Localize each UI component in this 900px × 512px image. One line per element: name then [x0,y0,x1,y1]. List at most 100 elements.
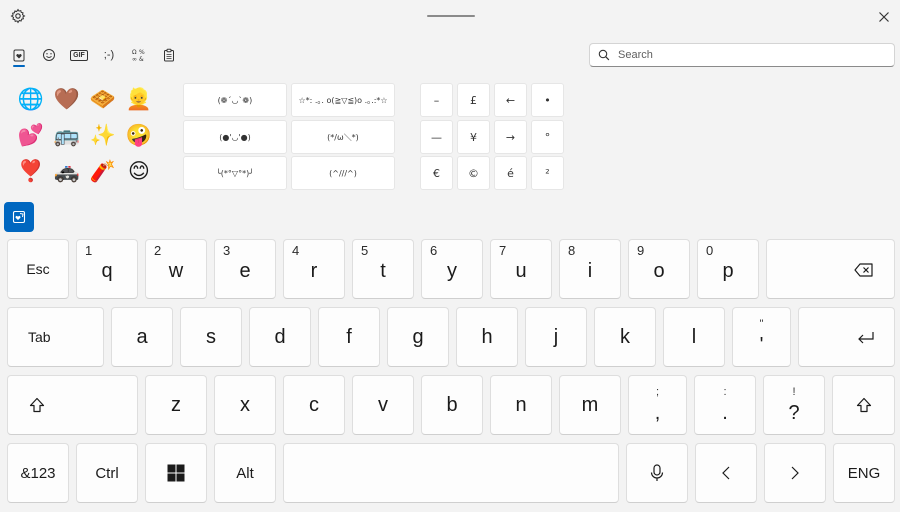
kaomoji-item[interactable]: (❁´◡`❁) [183,83,287,117]
key-question[interactable]: !? [763,375,825,435]
emoji-item[interactable]: ❣️ [17,157,45,185]
emoji-item[interactable]: 🌐 [17,85,45,113]
windows-key[interactable] [145,443,207,503]
search-icon [598,49,610,61]
key-l[interactable]: l [663,307,725,367]
emoji-item[interactable]: 😊 [125,157,153,185]
key-r[interactable]: 4r [283,239,345,299]
symbol-item[interactable]: – [420,83,453,117]
backspace-icon [854,263,873,277]
tab-favorites[interactable] [7,44,31,66]
shift-key-left[interactable] [7,375,138,435]
backspace-key[interactable] [766,239,895,299]
close-icon[interactable] [876,9,892,25]
symbol-item[interactable]: • [531,83,564,117]
symbol-item[interactable]: → [494,120,527,154]
key-z[interactable]: z [145,375,207,435]
kaomoji-item[interactable]: (*/ω＼*) [291,120,395,154]
key-apostrophe[interactable]: " ' [732,307,791,367]
gear-icon[interactable] [10,8,26,24]
key-n[interactable]: n [490,375,552,435]
key-period[interactable]: :. [694,375,756,435]
kaomoji-item[interactable]: ╰(*°▽°*)╯ [183,156,287,190]
shift-icon [856,397,872,413]
shift-icon [29,397,45,413]
symbols-icon: Ω %∞ & [132,49,145,62]
emoji-item[interactable]: 🧨 [89,157,117,185]
symbols-key[interactable]: &123 [7,443,69,503]
symbol-item[interactable]: ² [531,156,564,190]
key-g[interactable]: g [387,307,449,367]
key-o[interactable]: 9o [628,239,690,299]
key-j[interactable]: j [525,307,587,367]
svg-text:Ω: Ω [132,49,137,56]
heart-clipboard-icon [13,49,25,62]
key-f[interactable]: f [318,307,380,367]
microphone-icon [650,464,664,481]
voice-typing-key[interactable] [626,443,688,503]
key-i[interactable]: 8i [559,239,621,299]
tab-clipboard[interactable] [157,44,181,66]
right-arrow-key[interactable] [764,443,826,503]
key-h[interactable]: h [456,307,518,367]
emoji-panel-toggle-button[interactable] [4,202,34,232]
heart-clipboard-icon [12,210,26,224]
key-q[interactable]: 1q [76,239,138,299]
symbol-item[interactable]: ¥ [457,120,490,154]
emoji-item[interactable]: ✨ [89,121,117,149]
tab-emoji[interactable] [37,44,61,66]
emoji-item[interactable]: 🧇 [89,85,117,113]
key-y[interactable]: 6y [421,239,483,299]
emoji-item[interactable]: 🚓 [53,157,81,185]
emoji-item[interactable]: 🤪 [125,121,153,149]
search-box[interactable] [589,43,895,67]
ctrl-key[interactable]: Ctrl [76,443,138,503]
enter-key[interactable] [798,307,895,367]
symbol-item[interactable]: £ [457,83,490,117]
key-t[interactable]: 5t [352,239,414,299]
key-s[interactable]: s [180,307,242,367]
symbol-item[interactable]: é [494,156,527,190]
smiley-icon [43,49,55,61]
key-p[interactable]: 0p [697,239,759,299]
key-comma[interactable]: ;, [628,375,687,435]
key-b[interactable]: b [421,375,483,435]
key-d[interactable]: d [249,307,311,367]
svg-text:%: % [139,49,145,56]
esc-key[interactable]: Esc [7,239,69,299]
shift-key-right[interactable] [832,375,895,435]
tab-key[interactable]: Tab [7,307,104,367]
tab-symbols[interactable]: Ω% ∞ & [127,44,151,66]
emoji-item[interactable]: 👱 [125,85,153,113]
key-v[interactable]: v [352,375,414,435]
kaomoji-item[interactable]: (^///^) [291,156,395,190]
svg-text:&: & [139,56,144,62]
left-arrow-key[interactable] [695,443,757,503]
alt-key[interactable]: Alt [214,443,276,503]
key-x[interactable]: x [214,375,276,435]
key-e[interactable]: 3e [214,239,276,299]
key-a[interactable]: a [111,307,173,367]
key-u[interactable]: 7u [490,239,552,299]
key-m[interactable]: m [559,375,621,435]
symbol-item[interactable]: ← [494,83,527,117]
kaomoji-item[interactable]: (●'◡'●) [183,120,287,154]
emoji-item[interactable]: 🚌 [53,121,81,149]
windows-icon [167,464,185,482]
tab-kaomoji[interactable]: ;-) [97,44,121,66]
drag-handle[interactable] [427,15,475,17]
key-k[interactable]: k [594,307,656,367]
emoji-item[interactable]: 💕 [17,121,45,149]
key-w[interactable]: 2w [145,239,207,299]
symbol-item[interactable]: © [457,156,490,190]
kaomoji-item[interactable]: ☆*: .｡. o(≧▽≦)o .｡.:*☆ [291,83,395,117]
key-c[interactable]: c [283,375,345,435]
emoji-item[interactable]: 🤎 [53,85,81,113]
symbol-item[interactable]: — [420,120,453,154]
symbol-item[interactable]: € [420,156,453,190]
space-key[interactable] [283,443,619,503]
language-key[interactable]: ENG [833,443,895,503]
tab-gif[interactable]: GIF [67,44,91,66]
symbol-item[interactable]: ° [531,120,564,154]
search-input[interactable] [618,49,878,61]
